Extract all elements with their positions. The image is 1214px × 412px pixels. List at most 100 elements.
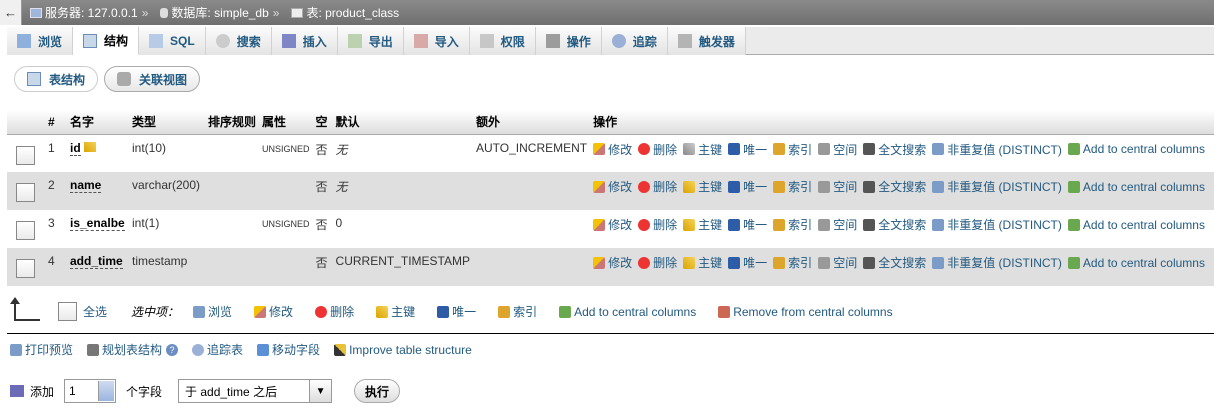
edit-link[interactable]: 修改: [593, 178, 632, 195]
add-central-link[interactable]: Add to central columns: [1067, 256, 1205, 270]
distinct-icon: [932, 143, 945, 155]
bulk-edit-button[interactable]: 修改: [254, 303, 293, 320]
spatial-link[interactable]: 空间: [818, 141, 857, 158]
spatial-link[interactable]: 空间: [818, 216, 857, 233]
spinner-icon[interactable]: [98, 381, 115, 401]
row-checkbox[interactable]: [16, 183, 35, 202]
fulltext-link[interactable]: 全文搜索: [863, 216, 926, 233]
key-icon: [683, 256, 696, 269]
spatial-link[interactable]: 空间: [818, 254, 857, 271]
delete-link[interactable]: 删除: [638, 254, 677, 271]
distinct-link[interactable]: 非重复值 (DISTINCT): [932, 178, 1062, 195]
unique-link[interactable]: 唯一: [728, 178, 767, 195]
add-central-link[interactable]: Add to central columns: [1067, 218, 1205, 232]
primary-link[interactable]: 主键: [683, 254, 722, 271]
delete-link[interactable]: 删除: [638, 216, 677, 233]
field-name[interactable]: add_time: [70, 254, 123, 269]
field-name[interactable]: is_enalbe: [70, 216, 125, 231]
breadcrumb-server[interactable]: 服务器: 127.0.0.1: [30, 4, 138, 21]
unique-link[interactable]: 唯一: [728, 216, 767, 233]
distinct-link[interactable]: 非重复值 (DISTINCT): [932, 216, 1062, 233]
bulk-add-central-button[interactable]: Add to central columns: [559, 305, 696, 319]
tab-insert[interactable]: 插入: [271, 27, 338, 55]
central-columns-icon: [1067, 218, 1080, 231]
edit-icon: [593, 143, 606, 155]
server-icon: [30, 7, 42, 18]
divider: [7, 333, 1214, 334]
col-default: 默认: [332, 110, 473, 135]
distinct-link[interactable]: 非重复值 (DISTINCT): [932, 254, 1062, 271]
subtab-table-structure[interactable]: 表结构: [14, 66, 99, 92]
tab-tracking[interactable]: 追踪: [601, 27, 668, 55]
col-collation: 排序规则: [205, 110, 260, 135]
edit-link[interactable]: 修改: [593, 141, 632, 158]
position-select[interactable]: 于 add_time 之后 ▼: [178, 379, 333, 403]
bulk-primary-button[interactable]: 主键: [376, 303, 415, 320]
tab-import[interactable]: 导入: [403, 27, 470, 55]
fulltext-link[interactable]: 全文搜索: [863, 178, 926, 195]
primary-link[interactable]: 主键: [683, 178, 722, 195]
tab-search[interactable]: 搜索: [205, 27, 272, 55]
fulltext-link[interactable]: 全文搜索: [863, 254, 926, 271]
edit-link[interactable]: 修改: [593, 254, 632, 271]
field-name[interactable]: id: [70, 140, 81, 156]
move-columns-link[interactable]: 移动字段: [257, 341, 320, 358]
bulk-delete-button[interactable]: 删除: [315, 303, 354, 320]
bulk-index-button[interactable]: 索引: [498, 303, 537, 320]
field-collation: [205, 210, 260, 248]
add-central-link[interactable]: Add to central columns: [1067, 180, 1205, 194]
back-arrow-icon[interactable]: ←: [0, 0, 22, 25]
go-button[interactable]: 执行: [354, 379, 401, 403]
central-columns-icon: [1067, 180, 1080, 193]
row-checkbox[interactable]: [16, 145, 35, 165]
spatial-icon: [818, 180, 831, 193]
primary-link[interactable]: 主键: [683, 216, 722, 233]
print-preview-link[interactable]: 打印预览: [10, 341, 73, 358]
spatial-icon: [818, 143, 831, 155]
bulk-unique-button[interactable]: 唯一: [437, 303, 476, 320]
tab-browse[interactable]: 浏览: [7, 27, 74, 55]
tab-structure[interactable]: 结构: [73, 27, 140, 55]
main-tabs: 浏览 结构 SQL 搜索 插入 导出 导入 权限 操作 追踪 触发器: [7, 27, 1214, 55]
chevron-down-icon[interactable]: ▼: [309, 380, 332, 402]
subtab-relation-view[interactable]: 关联视图: [104, 66, 201, 92]
row-checkbox[interactable]: [16, 221, 35, 240]
tab-privileges[interactable]: 权限: [469, 27, 536, 55]
bulk-browse-button[interactable]: 浏览: [193, 303, 232, 320]
tab-triggers[interactable]: 触发器: [667, 27, 746, 55]
tab-export[interactable]: 导出: [337, 27, 404, 55]
index-link[interactable]: 索引: [773, 254, 812, 271]
add-central-link[interactable]: Add to central columns: [1067, 142, 1205, 156]
database-icon: [160, 7, 169, 18]
track-table-link[interactable]: 追踪表: [192, 341, 243, 358]
delete-link[interactable]: 删除: [638, 178, 677, 195]
index-link[interactable]: 索引: [773, 216, 812, 233]
index-link[interactable]: 索引: [773, 178, 812, 195]
index-link[interactable]: 索引: [773, 141, 812, 158]
breadcrumb-database[interactable]: 数据库: simple_db: [160, 4, 269, 21]
improve-structure-link[interactable]: Improve table structure: [334, 343, 472, 357]
breadcrumb-table[interactable]: 表: product_class: [291, 4, 399, 21]
unique-link[interactable]: 唯一: [728, 141, 767, 158]
arrow-up-icon: [10, 296, 40, 321]
fulltext-link[interactable]: 全文搜索: [863, 141, 926, 158]
primary-link[interactable]: 主键: [683, 141, 722, 158]
tab-sql[interactable]: SQL: [139, 27, 206, 55]
tab-operations[interactable]: 操作: [535, 27, 602, 55]
spatial-link[interactable]: 空间: [818, 178, 857, 195]
check-all-checkbox[interactable]: [58, 302, 77, 321]
edit-link[interactable]: 修改: [593, 216, 632, 233]
add-column-icon: [10, 385, 24, 397]
row-checkbox[interactable]: [16, 259, 35, 278]
distinct-link[interactable]: 非重复值 (DISTINCT): [932, 141, 1062, 158]
column-count-input[interactable]: 1: [64, 379, 117, 403]
delete-link[interactable]: 删除: [638, 141, 677, 158]
field-name[interactable]: name: [70, 178, 102, 193]
unique-icon: [437, 305, 450, 318]
help-icon[interactable]: ?: [166, 343, 179, 356]
check-all-label[interactable]: 全选: [83, 303, 107, 320]
col-extra: 额外: [472, 110, 591, 135]
propose-structure-link[interactable]: 规划表结构?: [87, 341, 179, 358]
unique-link[interactable]: 唯一: [728, 254, 767, 271]
bulk-remove-central-button[interactable]: Remove from central columns: [718, 305, 893, 319]
